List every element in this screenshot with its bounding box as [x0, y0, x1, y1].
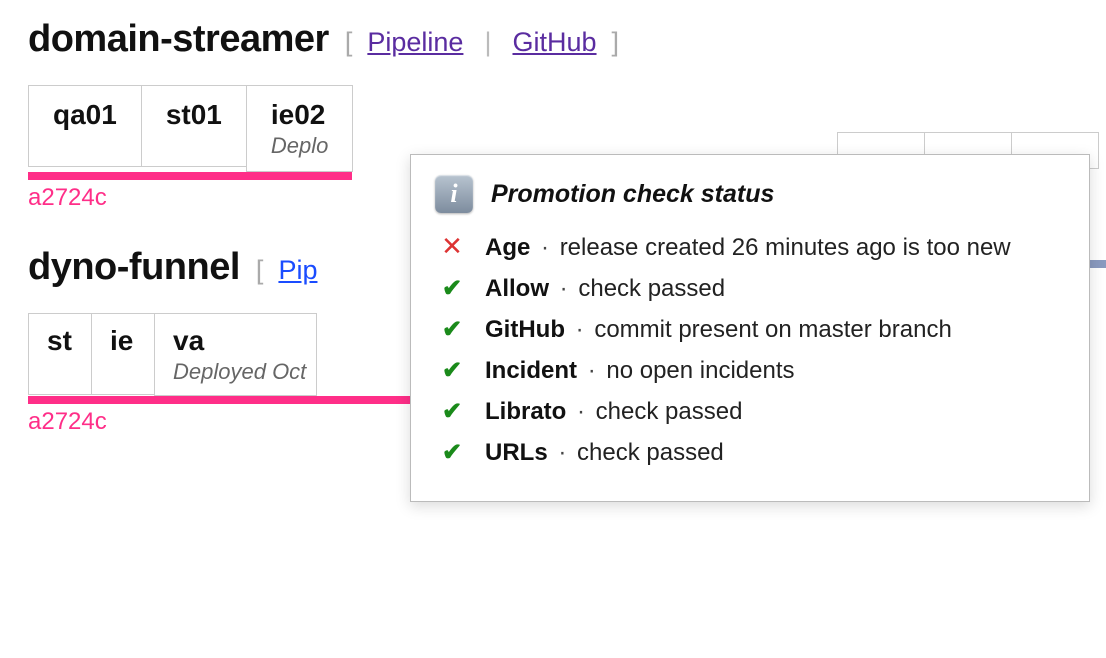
pass-icon: ✔ [439, 274, 465, 303]
separator-dot: · [576, 316, 584, 343]
separator-dot: · [560, 275, 568, 302]
github-link[interactable]: GitHub [512, 27, 596, 57]
check-label: Age [485, 234, 530, 261]
pass-icon: ✔ [439, 438, 465, 467]
pipeline-link[interactable]: Pipeline [367, 27, 463, 57]
check-message: check passed [578, 275, 725, 302]
env-cell-va[interactable]: va Deployed Oct [154, 313, 317, 396]
check-label: Incident [485, 357, 577, 384]
check-row-github: ✔ GitHub · commit present on master bran… [435, 315, 1061, 344]
app-links: [ Pipeline | GitHub ] [345, 27, 619, 58]
promotion-check-tooltip: i Promotion check status ✕ Age · release… [410, 154, 1090, 502]
pass-icon: ✔ [439, 397, 465, 426]
env-name: ie [110, 326, 136, 357]
env-deployed-label: Deployed Oct [173, 359, 306, 385]
check-row-incident: ✔ Incident · no open incidents [435, 356, 1061, 385]
check-message: check passed [596, 398, 743, 425]
env-cell-st[interactable]: st [28, 313, 92, 395]
env-deployed-label: Deplo [271, 133, 328, 159]
separator-dot: · [588, 357, 596, 384]
env-cell-qa01[interactable]: qa01 [28, 85, 142, 167]
app-header: domain-streamer [ Pipeline | GitHub ] [28, 18, 1078, 61]
env-strip: qa01 st01 ie02 Deplo [28, 61, 352, 180]
check-label: Allow [485, 275, 549, 302]
env-cell-st01[interactable]: st01 [141, 85, 247, 167]
check-message: commit present on master branch [594, 316, 951, 343]
env-row: qa01 st01 ie02 Deplo [28, 85, 352, 172]
bracket-open: [ [345, 27, 353, 57]
offscreen-pink-bar-fragment [1088, 260, 1106, 268]
check-message: no open incidents [606, 357, 794, 384]
separator-dot: · [541, 234, 549, 261]
env-name: ie02 [271, 100, 328, 131]
env-name: st [47, 326, 73, 357]
pass-icon: ✔ [439, 356, 465, 385]
env-name: st01 [166, 100, 222, 131]
fail-icon: ✕ [439, 231, 465, 262]
release-marker-bar [28, 172, 352, 180]
link-separator: | [484, 27, 491, 57]
env-name: qa01 [53, 100, 117, 131]
tooltip-header: i Promotion check status [435, 175, 1061, 213]
check-row-urls: ✔ URLs · check passed [435, 438, 1061, 467]
app-links: [ Pip [256, 255, 318, 286]
check-label: Librato [485, 398, 566, 425]
check-label: GitHub [485, 316, 565, 343]
check-message: check passed [577, 439, 724, 466]
separator-dot: · [577, 398, 585, 425]
info-icon: i [435, 175, 473, 213]
bracket-open: [ [256, 255, 264, 285]
env-cell-ie02[interactable]: ie02 Deplo [246, 85, 353, 172]
env-cell-ie[interactable]: ie [91, 313, 155, 395]
bracket-close: ] [612, 27, 620, 57]
check-row-age: ✕ Age · release created 26 minutes ago i… [435, 231, 1061, 262]
app-title: dyno-funnel [28, 246, 240, 289]
tooltip-title: Promotion check status [491, 180, 774, 209]
check-row-allow: ✔ Allow · check passed [435, 274, 1061, 303]
separator-dot: · [558, 439, 566, 466]
app-title: domain-streamer [28, 18, 329, 61]
check-label: URLs [485, 439, 548, 466]
pipeline-link[interactable]: Pip [278, 255, 317, 285]
check-message: release created 26 minutes ago is too ne… [560, 234, 1011, 261]
env-name: va [173, 326, 306, 357]
pass-icon: ✔ [439, 315, 465, 344]
check-row-librato: ✔ Librato · check passed [435, 397, 1061, 426]
